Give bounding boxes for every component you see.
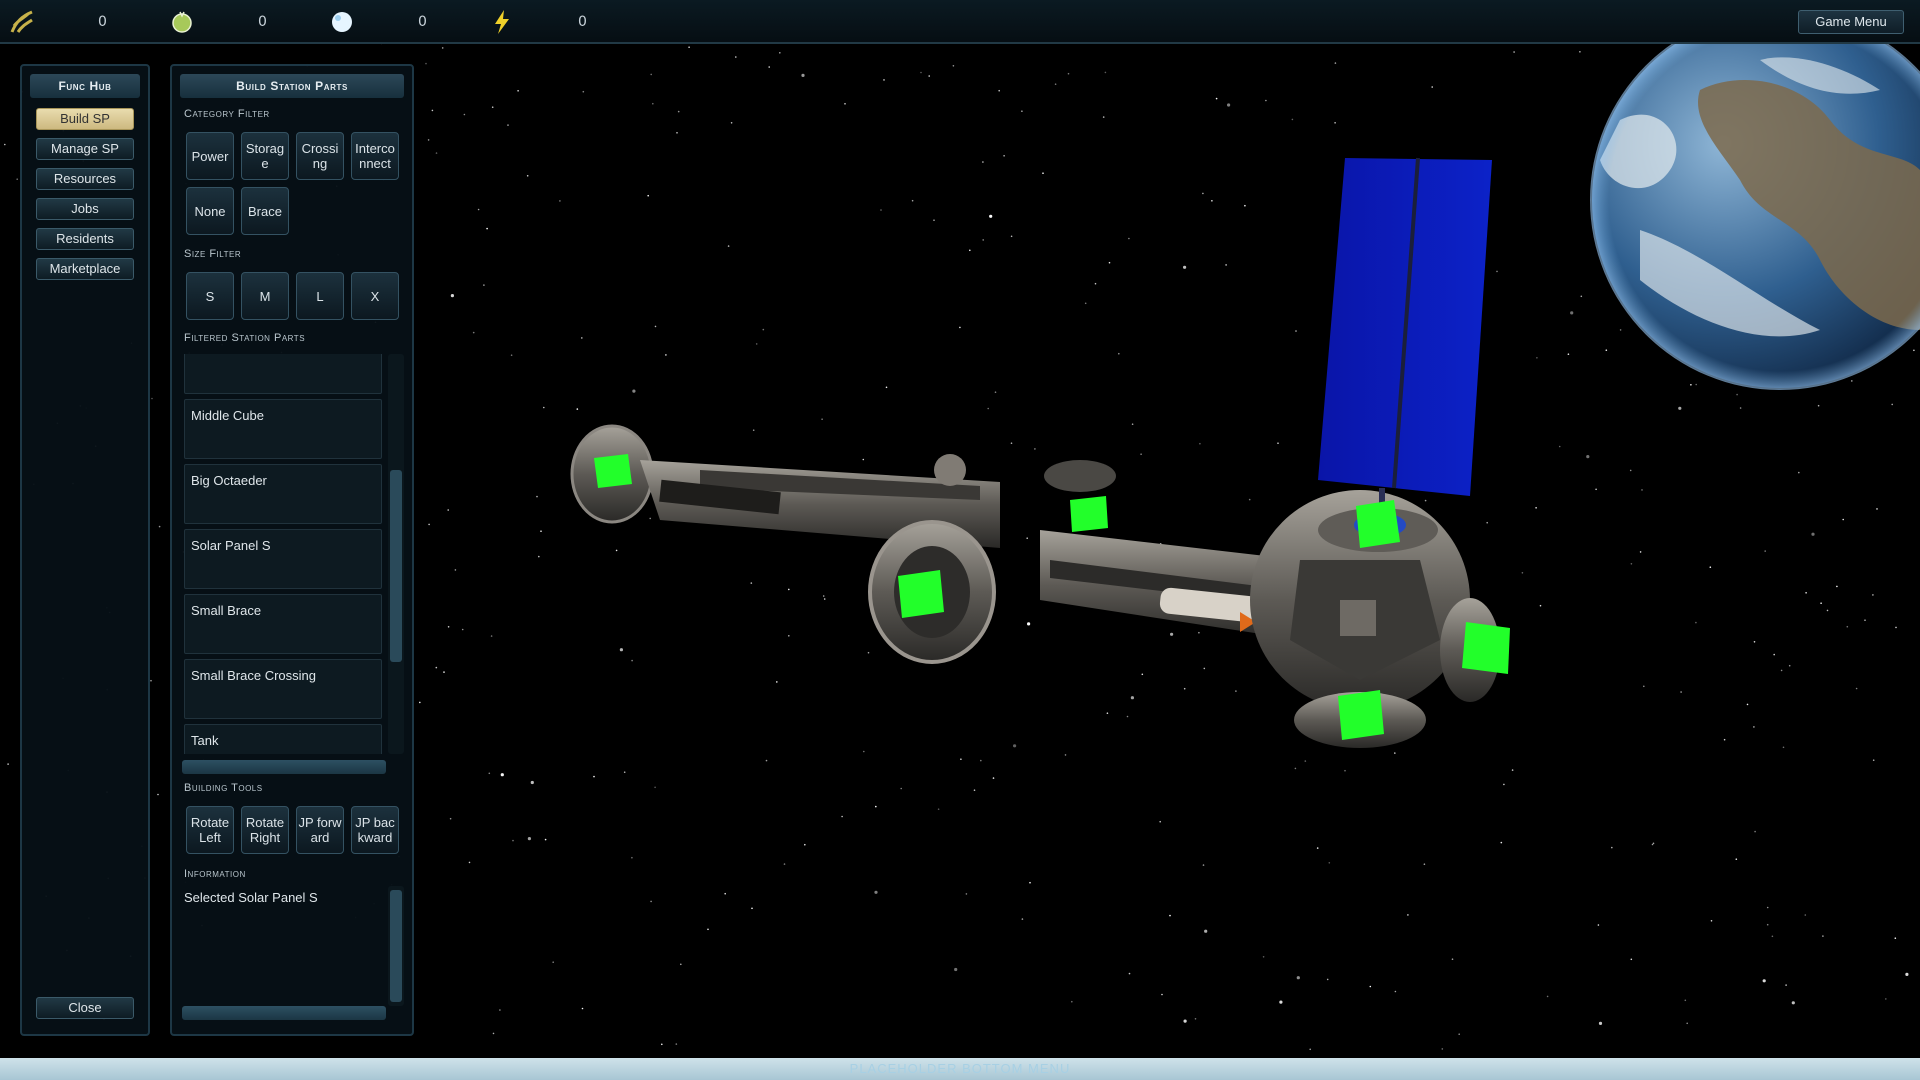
jobs-button[interactable]: Jobs — [36, 198, 134, 220]
game-menu-button[interactable]: Game Menu — [1798, 10, 1904, 34]
part-label: Solar Panel S — [191, 538, 271, 553]
bottom-menu-placeholder: PLACEHOLDER BOTTOM MENU — [0, 1058, 1920, 1080]
list-item[interactable]: Tank — [184, 724, 382, 754]
build-sp-button[interactable]: Build SP — [36, 108, 134, 130]
information-label: Information — [184, 868, 246, 880]
list-item[interactable]: Small Brace — [184, 594, 382, 654]
parts-list-horizontal-scrollbar[interactable] — [182, 760, 386, 774]
building-tools-label: Building Tools — [184, 782, 263, 794]
size-x-button[interactable]: X — [351, 272, 399, 320]
part-label: Tank — [191, 733, 219, 748]
parts-list-scrollbar[interactable] — [388, 354, 404, 754]
rotate-right-button[interactable]: Rotate Right — [241, 806, 289, 854]
list-item[interactable]: Small Brace Crossing — [184, 659, 382, 719]
resource-bar: 0 0 0 0 Game Menu — [0, 0, 1920, 44]
close-button[interactable]: Close — [36, 997, 134, 1019]
energy-value: 0 — [578, 14, 587, 30]
marketplace-button[interactable]: Marketplace — [36, 258, 134, 280]
food-value: 0 — [258, 14, 267, 30]
list-item[interactable]: Solar Panel S — [184, 529, 382, 589]
solar-panel[interactable] — [1318, 157, 1492, 537]
list-item[interactable]: Middle Cube — [184, 399, 382, 459]
resources-button[interactable]: Resources — [36, 168, 134, 190]
category-none-button[interactable]: None — [186, 187, 234, 235]
information-scrollbar[interactable] — [388, 886, 404, 1006]
part-label: Small Brace — [191, 603, 262, 618]
biomass-value: 0 — [98, 14, 107, 30]
list-item[interactable] — [184, 354, 382, 394]
manage-sp-button[interactable]: Manage SP — [36, 138, 134, 160]
jp-backward-button[interactable]: JP backward — [351, 806, 399, 854]
func-hub-title: Func Hub — [30, 74, 140, 98]
category-crossing-button[interactable]: Crossing — [296, 132, 344, 180]
category-filter-label: Category Filter — [184, 108, 270, 120]
rotate-left-button[interactable]: Rotate Left — [186, 806, 234, 854]
size-m-button[interactable]: M — [241, 272, 289, 320]
category-brace-button[interactable]: Brace — [241, 187, 289, 235]
water-icon — [328, 8, 356, 36]
category-power-button[interactable]: Power — [186, 132, 234, 180]
information-scroll-thumb[interactable] — [390, 890, 402, 1002]
biomass-icon — [8, 8, 36, 36]
category-interconnect-button[interactable]: Interconnect — [351, 132, 399, 180]
build-station-parts-panel: Build Station Parts Category Filter Powe… — [170, 64, 414, 1036]
part-label: Small Brace Crossing — [191, 668, 316, 683]
build-panel-title: Build Station Parts — [180, 74, 404, 98]
part-label: Big Octaeder — [191, 473, 267, 488]
residents-button[interactable]: Residents — [36, 228, 134, 250]
list-item[interactable]: Big Octaeder — [184, 464, 382, 524]
filtered-parts-label: Filtered Station Parts — [184, 332, 306, 344]
water-value: 0 — [418, 14, 427, 30]
information-text: Selected Solar Panel S — [184, 890, 318, 905]
size-s-button[interactable]: S — [186, 272, 234, 320]
information-horizontal-scrollbar[interactable] — [182, 1006, 386, 1020]
parts-list-scroll-thumb[interactable] — [390, 470, 402, 662]
size-l-button[interactable]: L — [296, 272, 344, 320]
size-filter-label: Size Filter — [184, 248, 242, 260]
food-icon — [168, 8, 196, 36]
part-label: Middle Cube — [191, 408, 264, 423]
category-storage-button[interactable]: Storage — [241, 132, 289, 180]
energy-icon — [488, 8, 516, 36]
jp-forward-button[interactable]: JP forward — [296, 806, 344, 854]
station-parts-list[interactable]: Middle Cube Big Octaeder Solar Panel S S… — [184, 354, 382, 754]
func-hub-panel: Func Hub Build SP Manage SP Resources Jo… — [20, 64, 150, 1036]
